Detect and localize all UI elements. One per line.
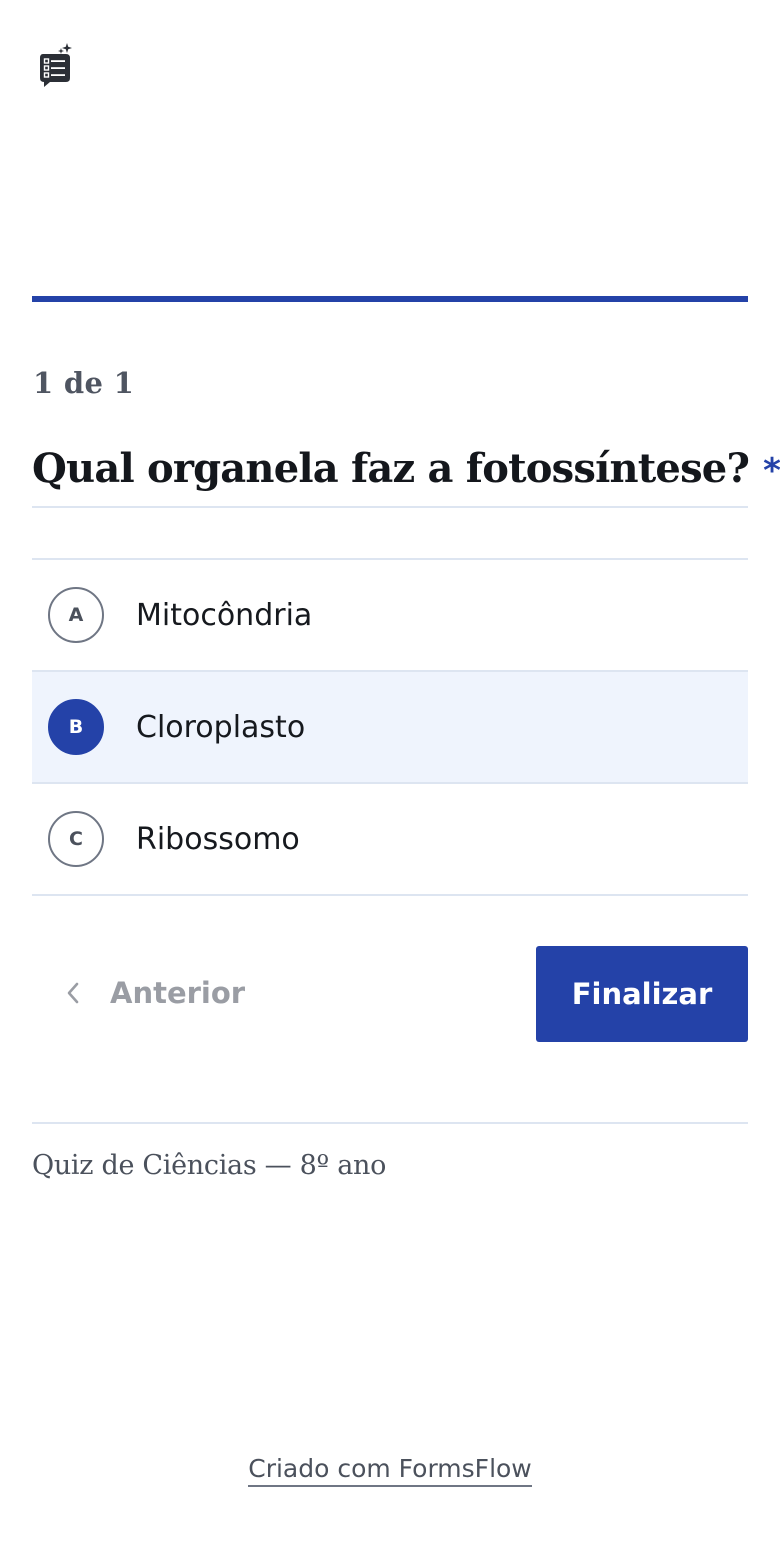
finish-button[interactable]: Finalizar	[536, 946, 748, 1042]
progress-bar	[32, 296, 748, 302]
option-label: Mitocôndria	[136, 597, 313, 633]
form-sparkle-icon	[38, 42, 74, 88]
option-letter-badge: B	[48, 699, 104, 755]
divider	[32, 1122, 748, 1124]
option-a[interactable]: A Mitocôndria	[32, 560, 748, 672]
chevron-left-icon	[67, 982, 79, 1004]
answer-options: A Mitocôndria B Cloroplasto C Ribossomo	[32, 558, 748, 896]
option-b[interactable]: B Cloroplasto	[32, 672, 748, 784]
question-title: Qual organela faz a fotossíntese? *	[32, 440, 780, 500]
option-label: Cloroplasto	[136, 709, 306, 745]
option-c[interactable]: C Ribossomo	[32, 784, 748, 896]
previous-button-label: Anterior	[110, 976, 246, 1010]
previous-button[interactable]: Anterior	[62, 960, 245, 1026]
quiz-title: Quiz de Ciências — 8º ano	[32, 1150, 387, 1181]
option-letter-badge: C	[48, 811, 104, 867]
question-text: Qual organela faz a fotossíntese?	[32, 445, 750, 492]
option-label: Ribossomo	[136, 821, 300, 857]
progress-bar-fill	[32, 296, 748, 302]
created-with-footer: Criado com FormsFlow	[0, 1454, 780, 1487]
option-letter-badge: A	[48, 587, 104, 643]
divider	[32, 506, 748, 508]
required-asterisk: *	[763, 451, 780, 491]
created-with-link[interactable]: Criado com FormsFlow	[248, 1454, 532, 1487]
question-counter: 1 de 1	[33, 366, 135, 400]
